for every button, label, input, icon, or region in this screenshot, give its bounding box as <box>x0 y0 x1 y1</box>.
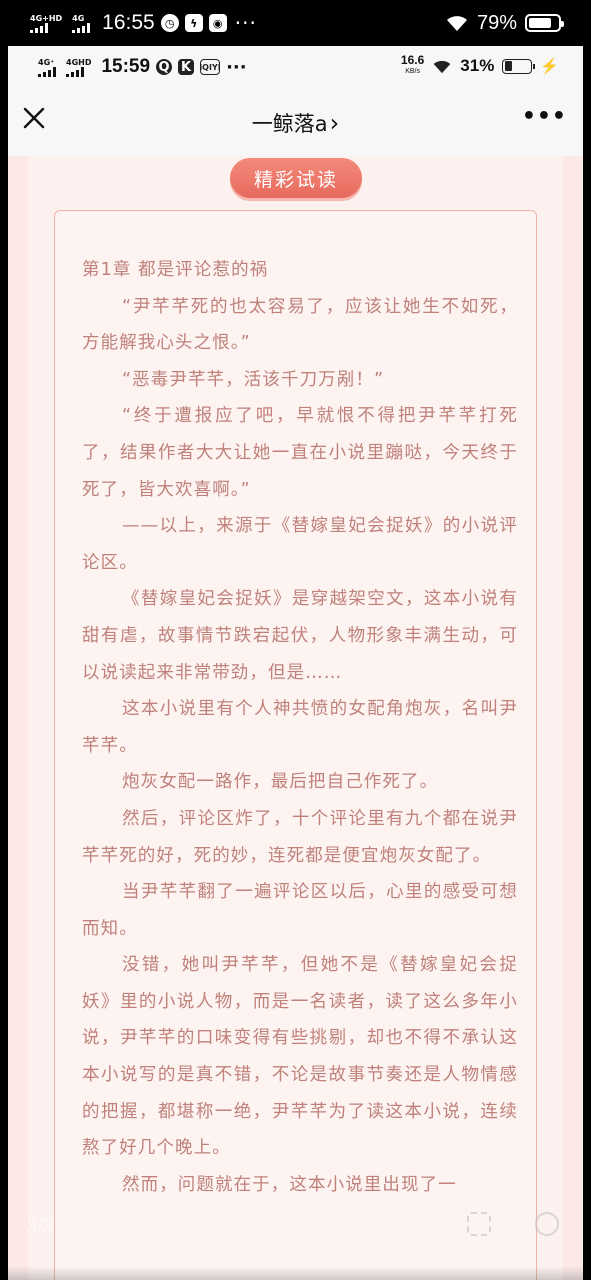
page-counter: 3/3 <box>26 1216 54 1238</box>
network-type-2: 4G <box>72 13 85 23</box>
q-app-icon: Q <box>156 59 173 75</box>
network-speed-unit: KB/s <box>405 68 420 75</box>
excerpt-paragraph: ——以上，来源于《替嫁皇妃会捉妖》的小说评论区。 <box>82 516 518 573</box>
scan-icon[interactable] <box>467 1212 491 1236</box>
chapter-heading: 第1章 都是评论惹的祸 <box>82 260 269 280</box>
signal-1-icon: 4G+HD <box>30 14 62 33</box>
trial-read-badge: 精彩试读 <box>230 158 362 198</box>
excerpt-paragraph: 然而，问题就在于，这本小说里出现了一 <box>122 1174 457 1195</box>
k-app-icon: K <box>178 59 195 75</box>
network-type-1: 4G+HD <box>30 13 63 23</box>
signal-2-icon: 4G <box>72 13 91 33</box>
excerpt-paragraph: 这本小说里有个人神共愤的女配角炮灰，名叫尹芊芊。 <box>82 699 518 756</box>
outer-status-bar: 4G+HD 4G 16:55 ◷ ϟ ◉ ··· 79% <box>0 0 591 46</box>
bolt-app-icon: ϟ <box>184 14 203 32</box>
chevron-right-icon: › <box>329 109 340 137</box>
account-title-link[interactable]: 一鲸落a› <box>8 108 583 138</box>
more-menu-button[interactable]: ••• <box>522 104 567 129</box>
status-time: 16:55 <box>102 11 155 34</box>
battery-percent: 79% <box>476 11 517 34</box>
inner-signal-1-icon: 4G⁺ <box>38 58 56 77</box>
charging-icon: ⚡ <box>540 58 559 75</box>
network-speed-value: 16.6 <box>400 53 425 67</box>
inner-more-notifications-icon: ··· <box>226 56 247 78</box>
excerpt-paragraph: 炮灰女配一路作，最后把自己作死了。 <box>122 772 439 793</box>
phone-screenshot: 4G⁺ 4GHD 15:59 Q K iQIYI ··· 16.6 KB/s 3… <box>8 46 583 1280</box>
inner-wifi-icon <box>433 60 451 73</box>
excerpt-paragraph: 当尹芊芊翻了一遍评论区以后，心里的感受可想而知。 <box>82 882 518 939</box>
account-name: 一鲸落a <box>251 112 328 136</box>
dianping-app-icon: ◉ <box>208 14 227 32</box>
top-nav-bar: 一鲸落a› ••• <box>8 90 583 156</box>
excerpt-paragraph: “终于遭报应了吧，早就恨不得把尹芊芊打死了，结果作者大大让她一直在小说里蹦哒，今… <box>82 406 518 500</box>
excerpt-paragraph: “恶毒尹芊芊，活该千刀万剐！” <box>122 369 385 390</box>
network-speed: 16.6 KB/s <box>400 53 425 77</box>
inner-signal-2-icon: 4GHD <box>66 58 91 77</box>
bottom-caption-strip <box>8 1266 583 1280</box>
excerpt-text: 第1章 都是评论惹的祸 “尹芊芊死的也太容易了，应该让她生不如死，方能解我心头之恨… <box>82 252 518 1203</box>
inner-status-bar: 4G⁺ 4GHD 15:59 Q K iQIYI ··· 16.6 KB/s 3… <box>8 46 583 90</box>
more-notifications-icon: ··· <box>234 11 257 35</box>
excerpt-paragraph: “尹芊芊死的也太容易了，应该让她生不如死，方能解我心头之恨。” <box>82 296 518 354</box>
inner-battery-icon <box>502 58 536 74</box>
excerpt-paragraph: 然后，评论区炸了，十个评论里有九个都在说尹芊芊死的好，死的妙，连死都是便宜炮灰女… <box>82 808 518 866</box>
clock-app-icon: ◷ <box>160 14 179 32</box>
share-icon[interactable] <box>535 1212 559 1236</box>
inner-network-type-2: 4GHD <box>66 57 92 67</box>
wifi-icon <box>446 16 467 31</box>
inner-battery-percent: 31% <box>460 56 495 75</box>
iqiyi-app-icon: iQIYI <box>199 59 221 75</box>
excerpt-paragraph: 《替嫁皇妃会捉妖》是穿越架空文，这本小说有甜有虐，故事情节跌宕起伏，人物形象丰满… <box>82 589 518 683</box>
inner-status-time: 15:59 <box>101 56 151 77</box>
inner-network-type-1: 4G⁺ <box>38 57 55 67</box>
battery-icon <box>525 14 564 32</box>
excerpt-paragraph: 没错，她叫尹芊芊，但她不是《替嫁皇妃会捉妖》里的小说人物，而是一名读者，读了这么… <box>82 955 518 1159</box>
